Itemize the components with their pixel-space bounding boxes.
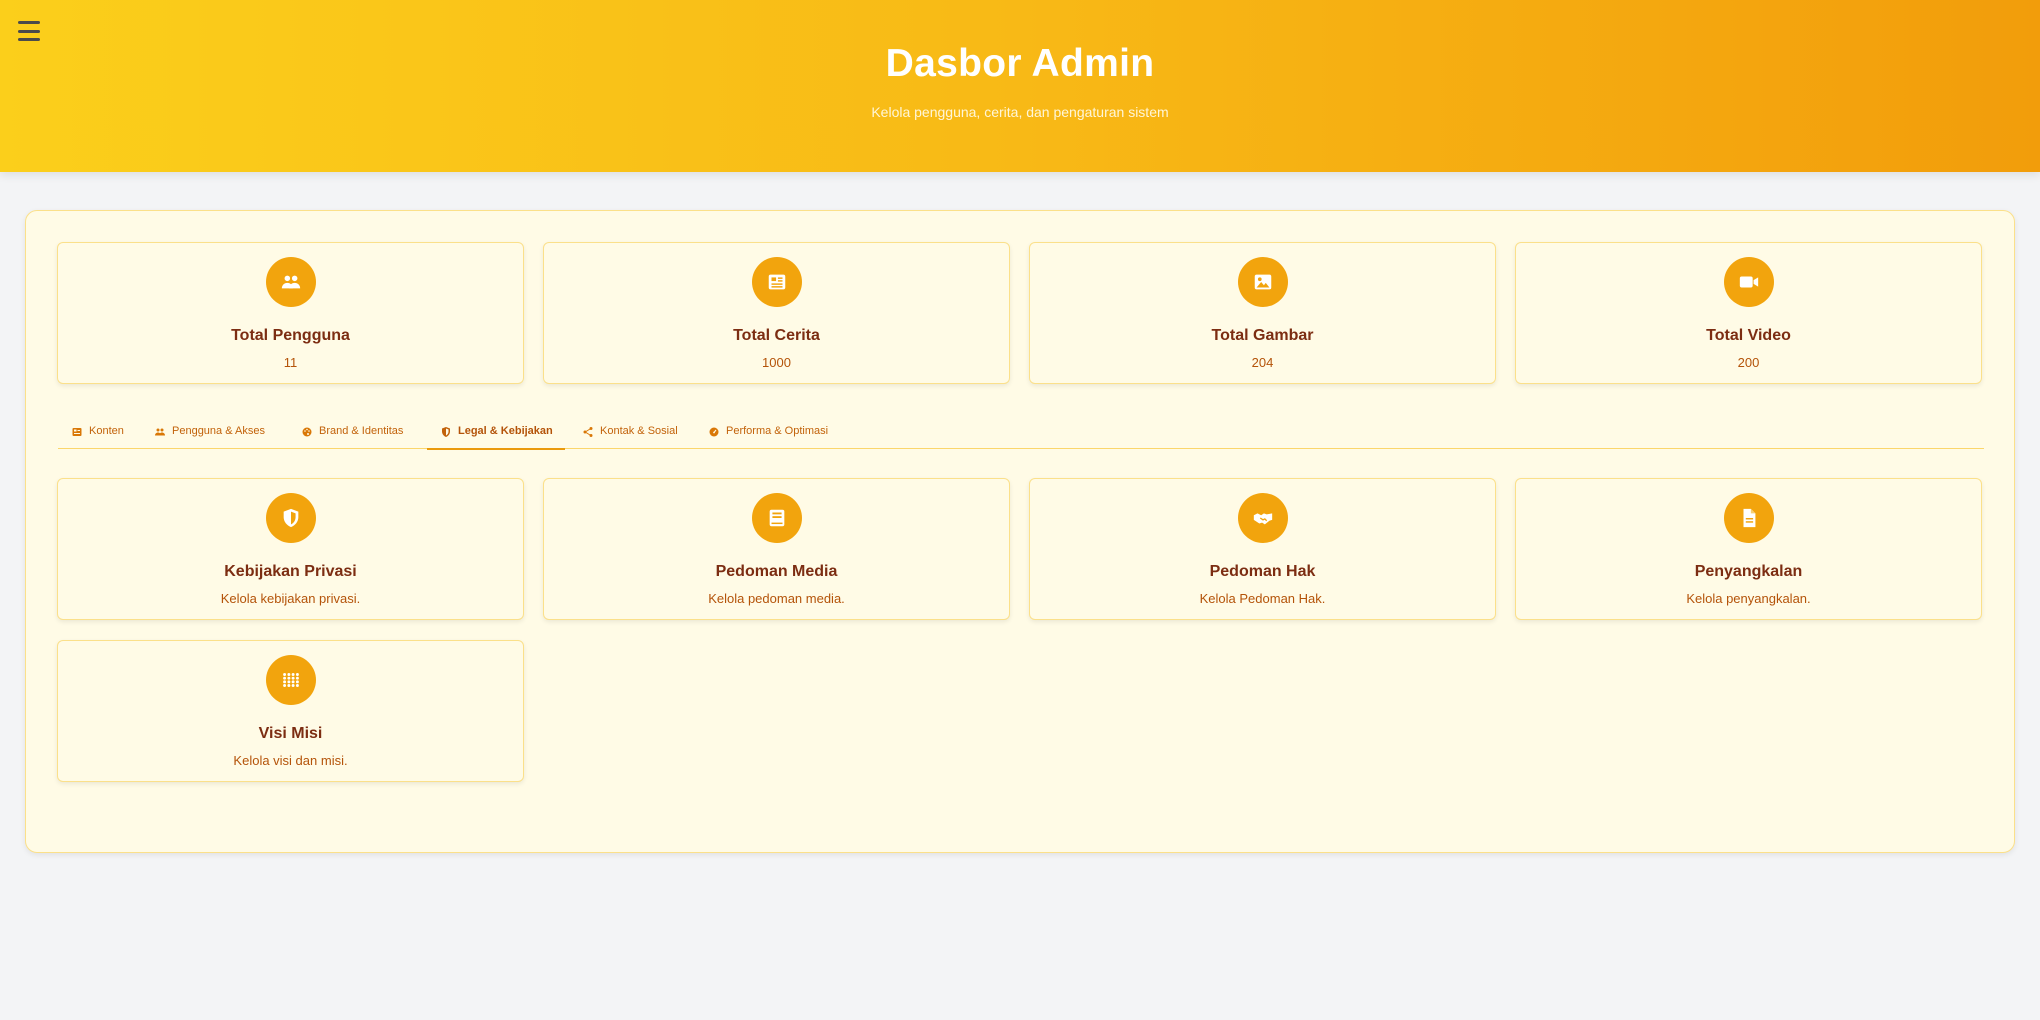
stat-card-users: Total Pengguna 11 <box>57 242 524 384</box>
page-title: Dasbor Admin <box>885 42 1155 85</box>
share-icon <box>583 427 593 437</box>
feature-description: Kelola pedoman media. <box>708 591 845 606</box>
feature-title: Penyangkalan <box>1694 563 1803 580</box>
feature-title: Pedoman Media <box>715 563 838 580</box>
dashboard-header: Dasbor Admin Kelola pengguna, cerita, da… <box>0 0 2040 172</box>
image-icon <box>1238 257 1288 307</box>
stat-title: Total Pengguna <box>231 327 350 344</box>
feature-description: Kelola kebijakan privasi. <box>220 591 361 606</box>
tab-label: Konten <box>89 425 124 437</box>
video-icon <box>1724 257 1774 307</box>
tab-label: Legal & Kebijakan <box>458 425 553 437</box>
feature-card-kebijakan-privasi[interactable]: Kebijakan Privasi Kelola kebijakan priva… <box>57 478 524 620</box>
book-icon <box>752 493 802 543</box>
stat-value: 1000 <box>762 355 791 370</box>
newspaper-icon <box>752 257 802 307</box>
tab-pengguna-akses[interactable]: Pengguna & Akses <box>154 423 265 449</box>
stat-value: 200 <box>1737 355 1760 370</box>
users-icon <box>155 428 165 436</box>
tab-label: Kontak & Sosial <box>600 425 678 437</box>
palette-icon <box>302 427 312 437</box>
hamburger-icon-bar <box>18 21 40 24</box>
stat-value: 11 <box>283 355 298 370</box>
stat-title: Total Video <box>1706 327 1791 344</box>
handshake-icon <box>1238 493 1288 543</box>
feature-title: Kebijakan Privasi <box>224 563 357 580</box>
tab-konten[interactable]: Konten <box>71 423 124 449</box>
settings-tabs: Konten Pengguna & Akses Brand & Identita… <box>58 423 1984 450</box>
admin-panel: Total Pengguna 11 Total Cerita 1000 Tota… <box>25 210 2015 853</box>
feature-card-penyangkalan[interactable]: Penyangkalan Kelola penyangkalan. <box>1515 478 1982 620</box>
page-subtitle: Kelola pengguna, cerita, dan pengaturan … <box>871 104 1169 120</box>
feature-description: Kelola Pedoman Hak. <box>1199 591 1326 606</box>
feature-card-pedoman-hak[interactable]: Pedoman Hak Kelola Pedoman Hak. <box>1029 478 1496 620</box>
feature-card-visi-misi[interactable]: Visi Misi Kelola visi dan misi. <box>57 640 524 782</box>
hamburger-icon-bar <box>18 29 40 33</box>
stat-value: 204 <box>1251 355 1274 370</box>
feature-title: Pedoman Hak <box>1209 563 1316 580</box>
tab-label: Pengguna & Akses <box>172 425 265 437</box>
hamburger-icon-bar <box>18 38 40 41</box>
shield-icon <box>442 427 450 437</box>
gauge-icon <box>709 427 719 437</box>
feature-title: Visi Misi <box>258 725 323 742</box>
feature-card-pedoman-media[interactable]: Pedoman Media Kelola pedoman media. <box>543 478 1010 620</box>
feature-description: Kelola penyangkalan. <box>1686 591 1811 606</box>
stat-card-images: Total Gambar 204 <box>1029 242 1496 384</box>
users-icon <box>266 257 316 307</box>
stat-card-stories: Total Cerita 1000 <box>543 242 1010 384</box>
stat-title: Total Gambar <box>1211 327 1314 344</box>
shield-icon <box>266 493 316 543</box>
tab-performa-optimasi[interactable]: Performa & Optimasi <box>708 423 828 449</box>
tab-brand-identitas[interactable]: Brand & Identitas <box>301 423 403 449</box>
tab-label: Performa & Optimasi <box>726 425 829 437</box>
stat-card-videos: Total Video 200 <box>1515 242 1982 384</box>
tab-label: Brand & Identitas <box>319 425 404 437</box>
grid-icon <box>266 655 316 705</box>
tab-kontak-sosial[interactable]: Kontak & Sosial <box>582 423 678 449</box>
feature-description: Kelola visi dan misi. <box>233 753 348 768</box>
file-icon <box>1724 493 1774 543</box>
newspaper-icon <box>72 428 82 436</box>
stat-title: Total Cerita <box>733 327 820 344</box>
menu-button[interactable] <box>17 19 41 43</box>
tab-legal-kebijakan[interactable]: Legal & Kebijakan <box>427 423 565 450</box>
